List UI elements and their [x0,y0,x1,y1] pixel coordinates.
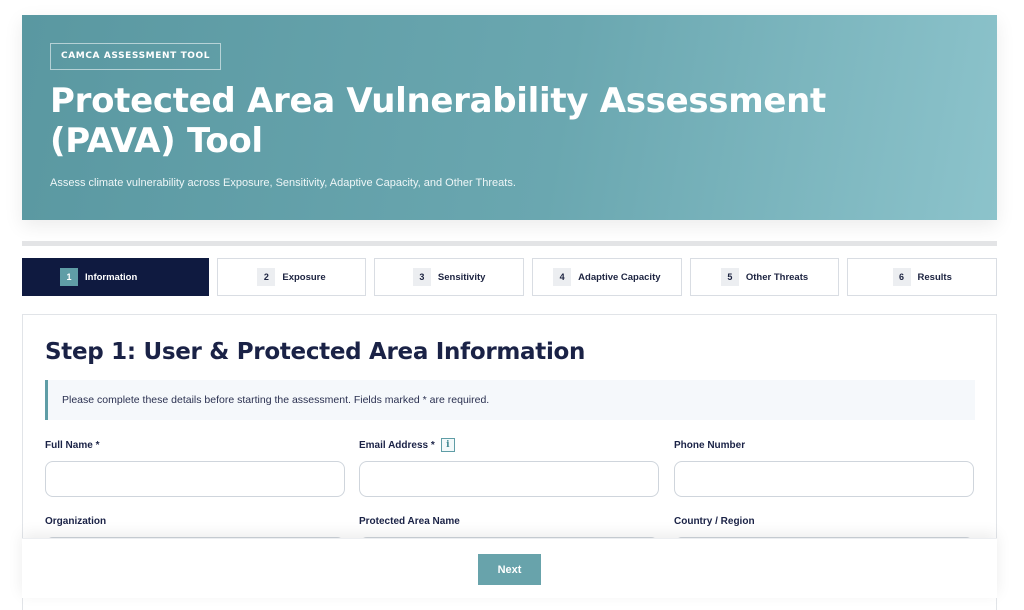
label-text: Email Address * [359,439,435,451]
hero-banner: CAMCA ASSESSMENT TOOL Protected Area Vul… [22,15,997,220]
label-text: Country / Region [674,515,755,527]
step-label: Other Threats [745,271,809,283]
step-tab-results[interactable]: 6 Results [847,258,998,296]
tool-badge: CAMCA ASSESSMENT TOOL [50,43,222,70]
country-label: Country / Region [674,513,974,529]
label-text: Organization [45,515,107,527]
step-number: 1 [60,268,78,286]
step-tab-exposure[interactable]: 2 Exposure [216,258,367,296]
step-label: Results [917,271,952,283]
email-input[interactable] [359,461,659,497]
email-label: Email Address * i [359,437,659,453]
full-name-group: Full Name * [45,437,345,497]
section-title: Step 1: User & Protected Area Informatio… [45,339,586,365]
step-number: 2 [257,268,276,286]
step-label: Exposure [282,271,326,283]
step-label: Sensitivity [437,271,486,283]
phone-group: Phone Number [674,437,974,497]
organization-label: Organization [45,513,345,529]
step-nav: 1 Information 2 Exposure 3 Sensitivity 4… [22,258,998,296]
phone-input[interactable] [674,461,974,497]
info-icon[interactable]: i [440,438,455,452]
step-tab-information[interactable]: 1 Information [22,258,209,296]
phone-label: Phone Number [674,437,974,453]
next-button[interactable]: Next [478,554,541,585]
step-tab-sensitivity[interactable]: 3 Sensitivity [374,258,525,296]
full-name-input[interactable] [45,461,345,497]
page-subtitle: Assess climate vulnerability across Expo… [50,177,516,189]
label-text: Full Name * [45,439,100,451]
step-number: 4 [553,268,572,286]
email-group: Email Address * i [359,437,659,497]
step-number: 3 [412,268,431,286]
full-name-label: Full Name * [45,437,345,453]
page-title: Protected Area Vulnerability Assessment … [50,81,826,161]
protected-area-label: Protected Area Name [359,513,659,529]
label-text: Phone Number [674,439,746,451]
step-tab-adaptive-capacity[interactable]: 4 Adaptive Capacity [532,258,682,296]
step-tab-other-threats[interactable]: 5 Other Threats [689,258,840,296]
label-text: Protected Area Name [359,515,460,527]
info-notice: Please complete these details before sta… [45,380,975,420]
step-number: 6 [892,268,911,286]
step-number: 5 [720,268,739,286]
progress-bar [22,241,997,246]
step-label: Information [85,271,138,283]
step-label: Adaptive Capacity [578,271,661,283]
sticky-footer: Next [22,538,997,598]
